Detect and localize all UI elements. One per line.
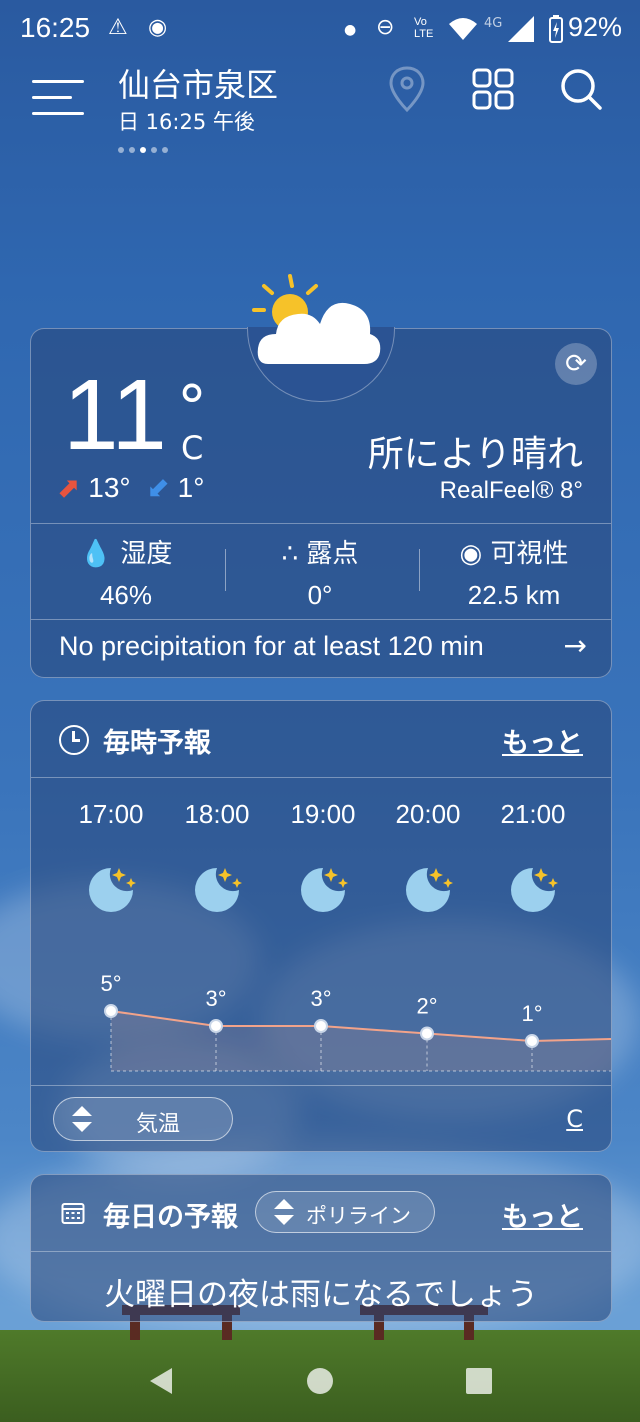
hour-column[interactable]: 17:00 (61, 799, 161, 922)
dewpoint-value: 0° (307, 580, 333, 610)
daily-mode-label: ポリライン (306, 1204, 411, 1228)
current-temperature: 11 (63, 359, 167, 471)
temperature-label: 1° (521, 1001, 542, 1026)
current-conditions-card[interactable]: ⟳ 11 ° C ⬈ 13° ⬋ 1° 所により晴れ RealFeel® 8° … (30, 327, 612, 678)
divider (31, 1251, 611, 1252)
app-notification-icon: ◉ (148, 15, 168, 40)
eye-icon: ◉ (459, 539, 483, 569)
visibility-value: 22.5 km (467, 580, 561, 610)
refresh-icon[interactable]: ⟳ (555, 343, 597, 385)
metric-label: 気温 (136, 1112, 181, 1137)
location-pin-icon[interactable] (382, 64, 432, 114)
humidity-icon: 💧 (79, 539, 113, 569)
daily-more-link[interactable]: もっと (502, 1195, 583, 1234)
status-bar: 16:25 ⚠ ◉ ● ⊖ Vo LTE 4G 92% (0, 0, 640, 60)
hourly-forecast-card: 毎時予報 もっと 17:00 18:00 19:00 20:00 21:00 5… (30, 700, 612, 1152)
status-time: 16:25 (20, 12, 91, 43)
back-icon[interactable] (146, 1366, 176, 1396)
realfeel-text: RealFeel® 8° (439, 477, 583, 504)
low-temperature: 1° (177, 472, 205, 503)
divider (31, 523, 611, 524)
hourly-more-link[interactable]: もっと (502, 721, 583, 760)
temperature-label: 5° (100, 971, 121, 996)
arrow-right-icon[interactable]: → (564, 629, 587, 662)
visibility-stat: ◉ 可視性 22.5 km (419, 533, 609, 611)
moon-stars-icon (195, 868, 242, 912)
page-indicator (118, 138, 173, 157)
moon-stars-icon (511, 868, 558, 912)
hour-time: 21:00 (500, 799, 566, 829)
location-title[interactable]: 仙台市泉区 (118, 60, 278, 106)
low-arrow-icon: ⬋ (146, 472, 170, 503)
humidity-label: 湿度 (120, 539, 173, 569)
battery-icon (549, 15, 563, 43)
temperature-point (525, 1034, 539, 1048)
volte-icon: Vo LTE (414, 16, 434, 40)
temperature-point (209, 1019, 223, 1033)
dewpoint-icon: ∴ (281, 539, 299, 569)
visibility-label: 可視性 (490, 539, 569, 569)
dnd-icon: ⊖ (376, 15, 395, 40)
temperature-label: 3° (205, 986, 226, 1011)
wifi-icon (449, 18, 477, 40)
calendar-icon (61, 1203, 85, 1224)
hour-time: 18:00 (184, 799, 250, 829)
navigation-bar (0, 1340, 640, 1422)
temperature-unit: C (181, 429, 204, 467)
precipitation-message[interactable]: No precipitation for at least 120 min (59, 631, 484, 662)
sort-updown-icon (72, 1106, 92, 1132)
high-arrow-icon: ⬈ (57, 472, 81, 503)
network-4g-label: 4G (484, 16, 503, 31)
hourly-title: 毎時予報 (103, 728, 211, 759)
sort-updown-icon (274, 1199, 294, 1225)
warning-icon: ⚠ (108, 15, 128, 40)
location-datetime: 日 16:25 午後 (118, 110, 255, 134)
dot-icon: ● (344, 22, 357, 38)
daily-forecast-card: 毎日の予報 ポリライン もっと 火曜日の夜は雨になるでしょう (30, 1174, 612, 1322)
divider (31, 619, 611, 620)
menu-icon (32, 80, 84, 83)
dewpoint-label: 露点 (306, 539, 359, 569)
hour-column[interactable]: 21:00 (483, 799, 583, 922)
humidity-stat: 💧 湿度 46% (31, 533, 221, 611)
temperature-label: 2° (416, 994, 437, 1019)
search-icon[interactable] (556, 64, 606, 114)
moon-stars-icon (301, 868, 348, 912)
high-temperature: 13° (88, 472, 131, 503)
temperature-point (314, 1019, 328, 1033)
daily-mode-selector[interactable]: ポリライン (255, 1191, 435, 1233)
temperature-chart: 5° 3° 3° 2° 1° (100, 971, 611, 1072)
hour-time: 19:00 (290, 799, 356, 829)
dewpoint-stat: ∴ 露点 0° (225, 533, 415, 611)
unit-toggle[interactable]: C (566, 1105, 583, 1133)
daily-message: 火曜日の夜は雨になるでしょう (104, 1277, 538, 1313)
menu-icon-line (32, 96, 72, 99)
temperature-label: 3° (310, 986, 331, 1011)
moon-stars-icon (89, 868, 136, 912)
daily-title: 毎日の予報 (103, 1202, 238, 1233)
divider (31, 1085, 611, 1086)
grid-icon[interactable] (468, 64, 518, 114)
moon-stars-icon (406, 868, 453, 912)
clock-icon (59, 725, 89, 755)
home-icon[interactable] (305, 1366, 335, 1396)
metric-selector[interactable]: 気温 (53, 1097, 233, 1141)
hour-column[interactable]: 19:00 (273, 799, 373, 922)
temperature-point (104, 1004, 118, 1018)
hour-time: 20:00 (395, 799, 461, 829)
battery-percent: 92% (567, 12, 622, 42)
humidity-value: 46% (99, 580, 153, 610)
divider (31, 777, 611, 778)
hour-time: 17:00 (78, 799, 144, 829)
high-low: ⬈ 13° ⬋ 1° (57, 471, 204, 504)
menu-icon-line (32, 112, 84, 115)
temperature-point (420, 1026, 434, 1041)
recents-icon[interactable] (464, 1366, 494, 1396)
signal-icon (508, 16, 534, 42)
partly-sunny-icon (252, 274, 381, 364)
condition-text: 所により晴れ (367, 434, 583, 475)
hour-column[interactable]: 18:00 (167, 799, 267, 922)
hour-column[interactable]: 20:00 (378, 799, 478, 922)
menu-button[interactable] (32, 76, 84, 116)
